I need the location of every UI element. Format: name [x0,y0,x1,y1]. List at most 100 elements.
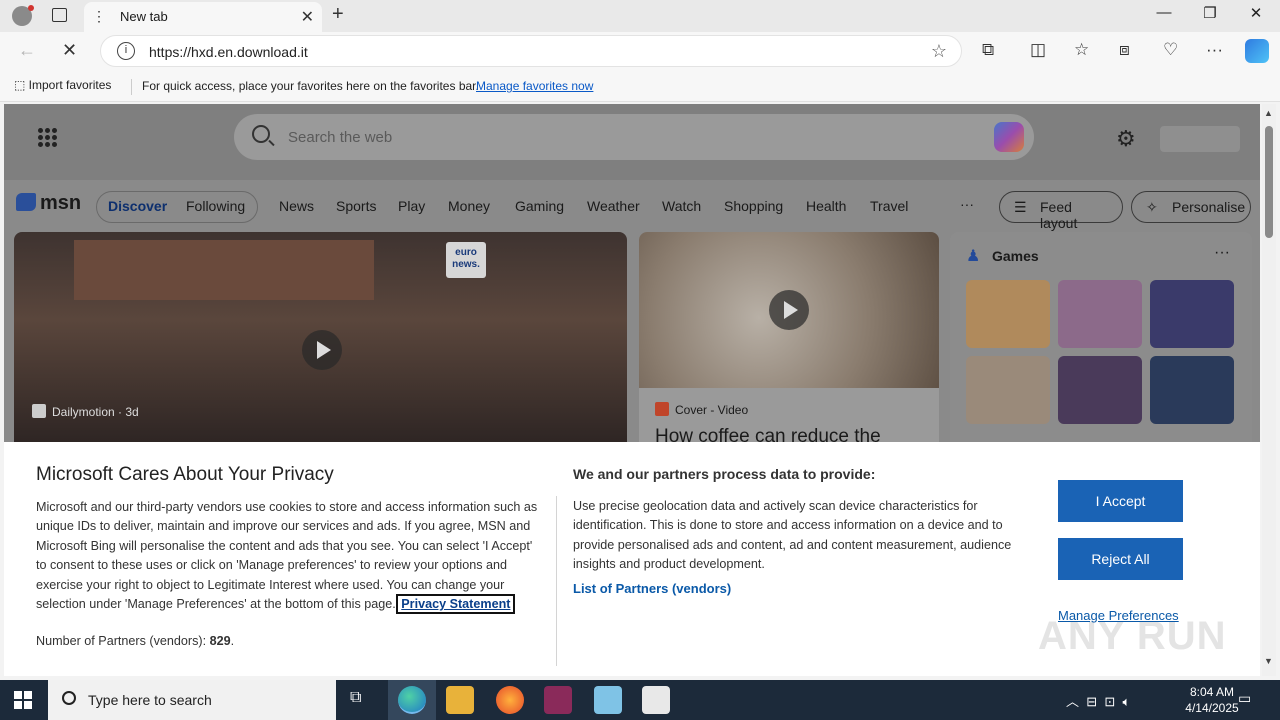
browser-essentials-icon[interactable]: ♡ [1163,40,1178,60]
address-url[interactable]: https://hxd.en.download.it [149,44,308,60]
firefox-icon[interactable] [496,686,524,714]
nav-more-icon[interactable]: ··· [960,196,974,212]
manage-preferences-link[interactable]: Manage Preferences [1058,608,1179,623]
copilot-icon[interactable] [1245,39,1269,63]
tab-menu-icon[interactable]: ⋮ [92,8,106,25]
manage-favorites-link[interactable]: Manage favorites now [476,79,593,93]
notepad-icon[interactable] [594,686,622,714]
game-tile-doctor[interactable] [966,356,1050,424]
tab-following[interactable]: Following [186,198,245,214]
minimize-button[interactable]: — [1141,4,1187,21]
hero-source-label: Dailymotion · 3d [52,405,139,419]
personalise-label: Personalise [1172,199,1246,215]
winrar-icon[interactable] [544,686,572,714]
msn-logo[interactable]: msn [16,192,81,215]
page-settings-gear-icon[interactable]: ⚙ [1116,126,1136,152]
nav-watch[interactable]: Watch [662,198,701,214]
settings-more-icon[interactable]: ··· [1206,40,1223,60]
new-tab-button[interactable]: + [332,3,344,26]
purposes-title: We and our partners process data to prov… [573,466,876,482]
search-icon [62,691,76,705]
game-tile-makeup[interactable] [1058,280,1142,348]
game-tile-jewels[interactable] [1150,280,1234,348]
msn-butterfly-icon [16,193,36,211]
scroll-thumb[interactable] [1265,126,1273,238]
taskbar-search-placeholder: Type here to search [88,692,212,708]
reject-all-button[interactable]: Reject All [1058,538,1183,580]
import-favorites-label: Import favorites [28,78,112,92]
list-of-partners-link[interactable]: List of Partners (vendors) [573,581,731,596]
back-button[interactable]: ← [18,40,36,61]
windows-start-icon[interactable] [14,691,32,709]
dailymotion-icon [32,404,46,418]
nav-shopping[interactable]: Shopping [724,198,783,214]
profile-notification-dot [28,5,34,11]
favorites-bar: ⬚ Import favorites For quick access, pla… [0,72,1280,102]
play-icon[interactable] [302,330,342,370]
privacy-statement-link[interactable]: Privacy Statement [396,594,516,615]
msn-logo-text: msn [40,192,82,214]
coffee-source-label: Cover - Video [675,403,749,417]
game-tile-blocks[interactable] [1150,356,1234,424]
file-explorer-icon[interactable] [446,686,474,714]
tab-actions-icon[interactable] [52,8,67,22]
favorites-icon[interactable]: ☆ [1074,40,1089,60]
games-title: Games [992,248,1039,264]
favorite-star-icon[interactable]: ☆ [931,41,947,62]
coffee-video-card[interactable]: Cover - Video How coffee can reduce the [639,232,939,452]
feed-layout-button[interactable]: ☰ Feed layout [999,191,1123,231]
cover-icon [655,402,669,416]
nav-money[interactable]: Money [448,198,490,214]
extensions-icon[interactable]: ⧉ [982,40,994,60]
euronews-badge: euro news. [446,242,486,278]
game-tile-bubble-shooter[interactable] [1058,356,1142,424]
nav-travel[interactable]: Travel [870,198,908,214]
import-favorites-button[interactable]: ⬚ Import favorites [14,78,111,92]
page-scrollbar[interactable]: ▲ ▼ [1262,104,1276,676]
sign-in-button[interactable] [1160,126,1240,152]
taskbar-search-box[interactable]: Type here to search [48,680,336,720]
partners-count-label: Number of Partners (vendors): [36,634,207,648]
tab-new-tab[interactable]: ⋮ New tab ✕ [84,2,322,32]
purposes-body: Use precise geolocation data and activel… [573,499,1012,572]
notification-icon[interactable]: ▭ [1238,690,1251,707]
scroll-down-icon[interactable]: ▼ [1264,656,1273,666]
windows-taskbar: Type here to search ⧉ ︿ ⊟ ⊡ 🔈︎ 8:04 AM 4… [0,680,1280,720]
address-bar[interactable]: i https://hxd.en.download.it ☆ [100,35,962,67]
msn-nav: msn Discover Following News Sports Play … [4,184,1260,231]
accept-button[interactable]: I Accept [1058,480,1183,522]
stop-loading-button[interactable]: ✕ [62,40,77,61]
task-view-icon[interactable]: ⧉ [350,689,361,707]
nav-sports[interactable]: Sports [336,198,376,214]
partners-count-value: 829 [209,634,231,648]
close-window-button[interactable]: ✕ [1233,4,1279,22]
edge-icon[interactable] [398,686,426,714]
favorites-hint: For quick access, place your favorites h… [142,79,479,93]
site-info-icon[interactable]: i [117,42,135,60]
hero-news-card[interactable]: euro news. Dailymotion · 3d [14,232,627,452]
games-more-icon[interactable]: ··· [1214,244,1230,262]
copilot-search-icon[interactable] [994,122,1024,152]
tab-discover[interactable]: Discover [108,198,167,214]
tab-close-icon[interactable]: ✕ [301,7,314,27]
play-icon[interactable] [769,290,809,330]
restore-button[interactable]: ❐ [1187,4,1233,22]
game-tile-screws[interactable] [966,280,1050,348]
nav-health[interactable]: Health [806,198,846,214]
apps-launcher-icon[interactable] [38,128,58,148]
web-search-box[interactable]: Search the web [234,114,1034,160]
nav-play[interactable]: Play [398,198,425,214]
consent-title: Microsoft Cares About Your Privacy [36,464,334,485]
hex-editor-icon[interactable] [642,686,670,714]
sliders-icon: ☰ [1014,199,1027,215]
consent-body-text: Microsoft and our third-party vendors us… [36,500,538,612]
personalise-button[interactable]: ✧ Personalise [1131,191,1251,223]
split-screen-icon[interactable]: ◫ [1030,40,1046,60]
nav-weather[interactable]: Weather [587,198,640,214]
collections-icon[interactable]: ⧈ [1119,40,1130,60]
system-tray-icons[interactable]: ︿ ⊟ ⊡ 🔈︎ [1066,691,1130,710]
hero-image [74,240,374,300]
nav-news[interactable]: News [279,198,314,214]
scroll-up-icon[interactable]: ▲ [1264,108,1273,118]
nav-gaming[interactable]: Gaming [515,198,564,214]
